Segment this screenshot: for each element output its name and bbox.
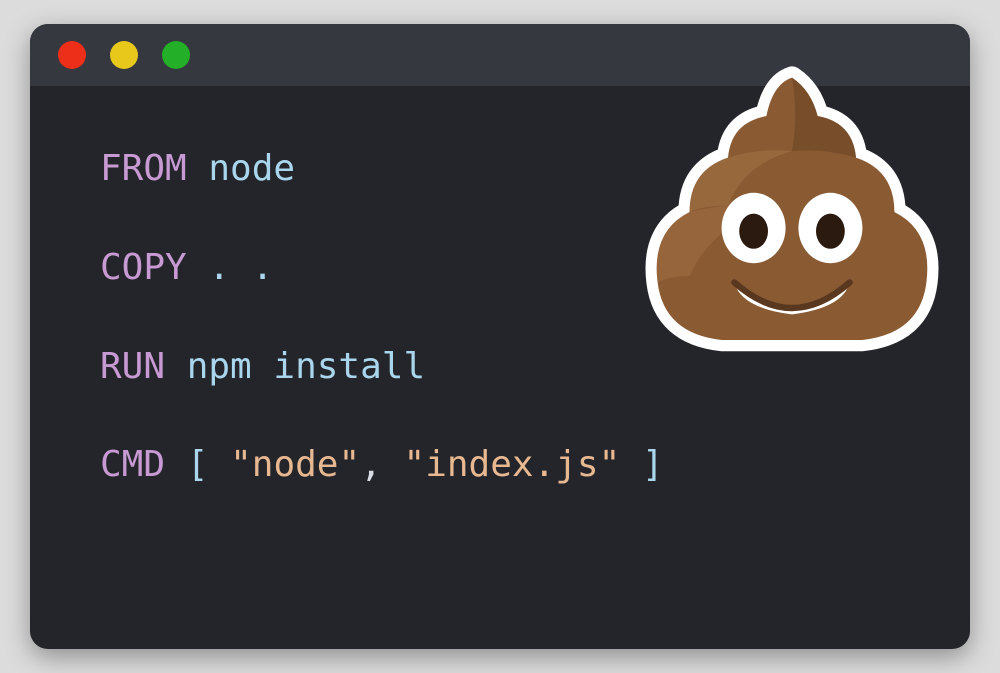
dockerfile-keyword: RUN: [100, 346, 165, 387]
dockerfile-keyword: CMD: [100, 444, 165, 485]
string-literal: "index.js": [404, 444, 621, 485]
comma: ,: [360, 444, 382, 485]
pile-of-poo-icon: [632, 52, 952, 372]
close-button[interactable]: [58, 41, 86, 69]
maximize-button[interactable]: [162, 41, 190, 69]
bracket-close: ]: [642, 444, 664, 485]
dockerfile-arg: . .: [187, 247, 274, 288]
dockerfile-keyword: FROM: [100, 148, 187, 189]
bracket-open: [: [187, 444, 209, 485]
string-literal: "node": [230, 444, 360, 485]
terminal-window: FROM node COPY . . RUN npm install CMD […: [30, 24, 970, 649]
dockerfile-keyword: COPY: [100, 247, 187, 288]
minimize-button[interactable]: [110, 41, 138, 69]
dockerfile-line-cmd: CMD [ "node", "index.js" ]: [100, 442, 900, 489]
dockerfile-arg: node: [187, 148, 295, 189]
dockerfile-arg: npm install: [165, 346, 425, 387]
